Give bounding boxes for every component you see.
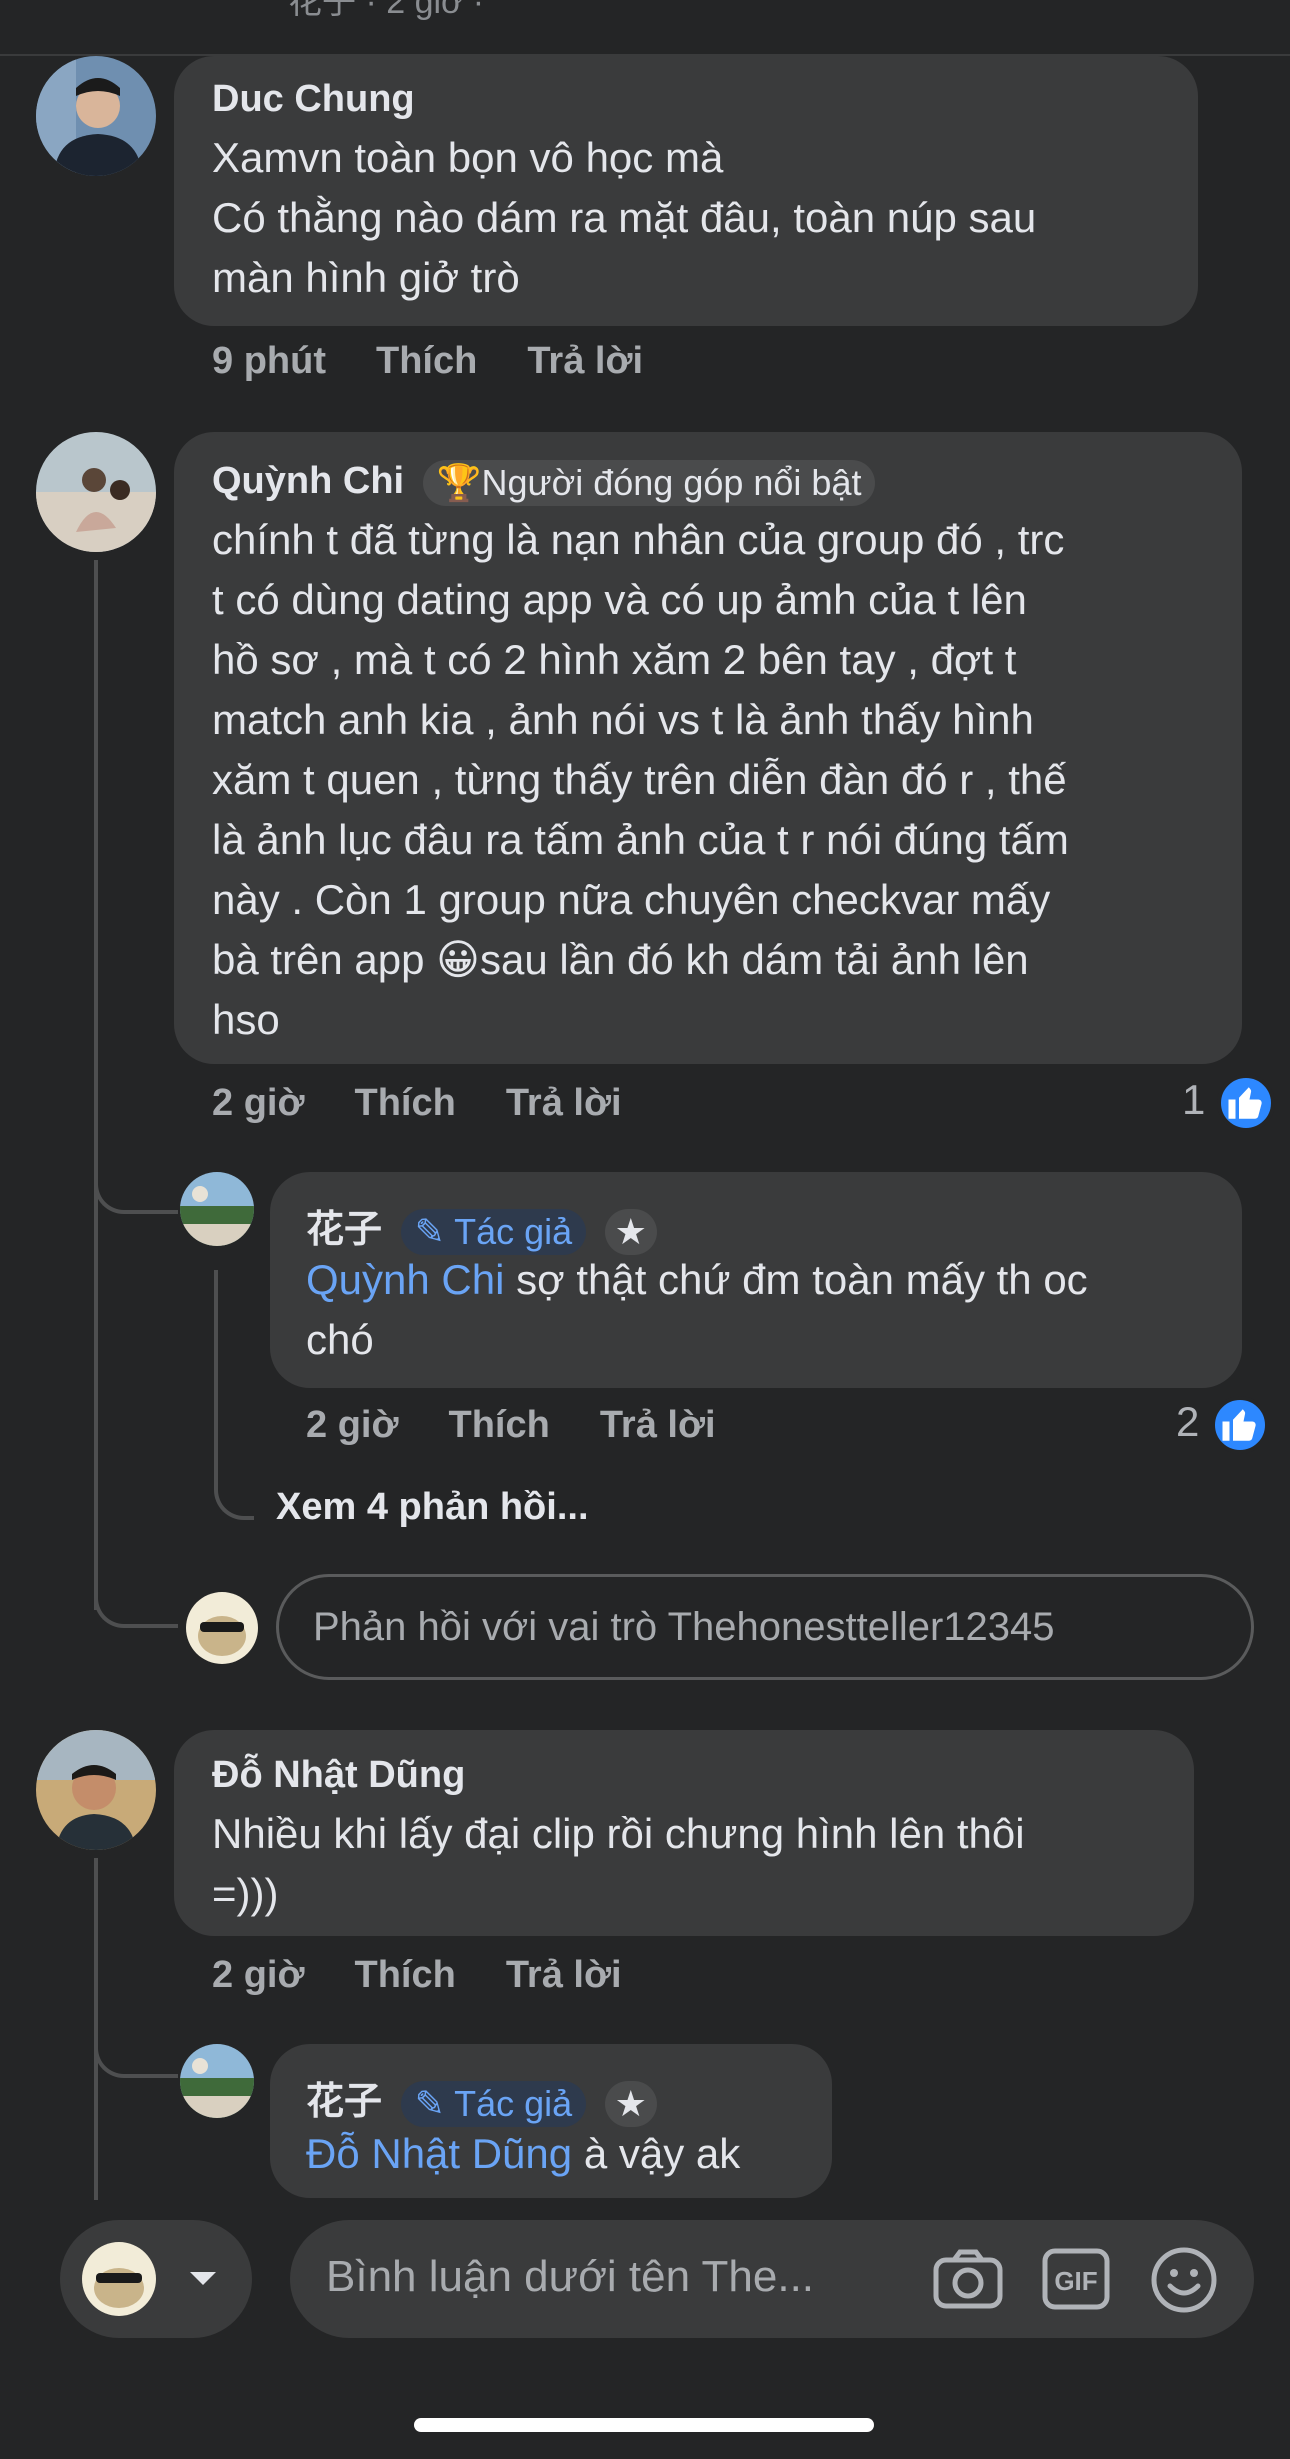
reply-button[interactable]: Trả lời [506,1082,622,1124]
pencil-icon: ✎ [414,2082,445,2124]
thread-connector [94,2010,178,2078]
comment-actions: 2 giờ Thích Trả lời [212,1082,672,1125]
reply-input[interactable]: Phản hồi với vai trò Thehonestteller1234… [276,1574,1254,1680]
reply-bubble-hanako: 花子 ✎ Tác giả ★ Quỳnh Chi sợ thật chứ đm … [270,1172,1242,1388]
star-badge-icon: ★ [604,1208,657,1255]
avatar-current-user [82,2242,156,2316]
like-button[interactable]: Thích [376,340,477,382]
comment-input[interactable]: Bình luận dưới tên The... GIF [290,2220,1254,2338]
comment-line: match anh kia , ảnh nói vs t là ảnh thấy… [212,696,1034,743]
thread-connector [214,1460,254,1520]
mention-link[interactable]: Đỗ Nhật Dũng [306,2130,572,2177]
trophy-icon: 🏆 [436,462,482,503]
camera-icon[interactable] [932,2248,1004,2315]
avatar-duc-chung[interactable] [36,56,156,176]
reply-line: Quỳnh Chi sợ thật chứ đm toàn mấy th oc [306,1250,1236,1310]
previous-comment-meta-text: 花子 · 2 giờ · [288,0,485,21]
reply-author[interactable]: 花子 [306,1209,382,1251]
comment-author-row: Quỳnh Chi 🏆Người đóng góp nổi bật [212,460,876,506]
comment-bubble-do-nhat-dung: Đỗ Nhật Dũng Nhiều khi lấy đại clip rồi … [174,1730,1194,1936]
reaction-count: 1 [1182,1076,1206,1124]
thread-line [94,560,98,1610]
comment-line: Nhiều khi lấy đại clip rồi chưng hình lê… [212,1810,1025,1857]
comment-input-placeholder: Bình luận dưới tên The... [326,2252,815,2301]
badge-label: Người đóng góp nổi bật [481,462,862,503]
like-button[interactable]: Thích [448,1404,549,1446]
comment-line: là ảnh lục đâu ra tấm ảnh của t r nói đú… [212,816,1069,863]
comment-text: Xamvn toàn bọn vô học mà Có thằng nào dá… [212,128,1192,308]
previous-comment-meta: 花子 · 2 giờ · [0,0,1290,56]
emoji-icon[interactable] [1150,2246,1218,2319]
comment-time: 2 giờ [212,1954,305,1996]
reply-button[interactable]: Trả lời [527,340,643,382]
avatar-quynh-chi[interactable] [36,432,156,552]
author-badge-label: Tác giả [454,2082,573,2124]
author-badge: ✎ Tác giả [400,2080,587,2127]
reaction-summary[interactable]: 2 [1176,1396,1270,1454]
reply-text-rest: sợ thật chứ đm toàn mấy th oc [504,1256,1088,1303]
svg-text:GIF: GIF [1054,2266,1097,2296]
comment-line: hso [212,996,280,1043]
comment-bubble-quynh-chi: Quỳnh Chi 🏆Người đóng góp nổi bật chính … [174,432,1242,1064]
author-badge-label: Tác giả [454,1210,573,1252]
view-more-replies-link[interactable]: Xem 4 phản hồi... [276,1486,589,1529]
avatar-do-nhat-dung[interactable] [36,1730,156,1850]
comment-text: chính t đã từng là nạn nhân của group đó… [212,510,1232,1050]
comment-time: 9 phút [212,340,326,382]
reply-time: 2 giờ [306,1404,399,1446]
comment-line: Xamvn toàn bọn vô học mà [212,134,724,181]
comment-bubble-duc-chung: Duc Chung Xamvn toàn bọn vô học mà Có th… [174,56,1198,326]
avatar-hanako[interactable] [180,2044,254,2118]
reply-author-row: 花子 ✎ Tác giả ★ [306,2070,657,2127]
comment-line: chính t đã từng là nạn nhân của group đó… [212,516,1065,563]
reply-text: Đỗ Nhật Dũng à vậy ak [306,2124,826,2184]
avatar-current-user[interactable] [186,1592,258,1664]
reply-line: Đỗ Nhật Dũng à vậy ak [306,2124,826,2184]
reply-bubble-hanako: 花子 ✎ Tác giả ★ Đỗ Nhật Dũng à vậy ak [270,2044,832,2198]
comment-line: xăm t quen , từng thấy trên diễn đàn đó … [212,756,1067,803]
comment-composer-bar: Bình luận dưới tên The... GIF [0,2200,1290,2459]
comment-line: Có thằng nào dám ra mặt đâu, toàn núp sa… [212,194,1037,241]
like-button[interactable]: Thích [354,1082,455,1124]
top-contributor-badge: 🏆Người đóng góp nổi bật [422,460,876,506]
comment-author[interactable]: Duc Chung [212,78,415,121]
comment-author[interactable]: Quỳnh Chi [212,460,404,502]
pencil-icon: ✎ [414,1210,445,1252]
author-badge: ✎ Tác giả [400,1208,587,1255]
comment-line: này . Còn 1 group nữa chuyên checkvar mấ… [212,876,1051,923]
home-indicator[interactable] [414,2418,874,2432]
reply-author-row: 花子 ✎ Tác giả ★ [306,1198,657,1255]
comment-line: =))) [212,1870,279,1917]
mention-link[interactable]: Quỳnh Chi [306,1256,504,1303]
reply-actions: 2 giờ Thích Trả lời [306,1404,766,1447]
comment-line: t có dùng dating app và có up ảmh của t … [212,576,1027,623]
thread-line [214,1270,218,1460]
identity-switcher[interactable] [60,2220,252,2338]
avatar-hanako[interactable] [180,1172,254,1246]
reply-text: Quỳnh Chi sợ thật chứ đm toàn mấy th oc … [306,1250,1236,1370]
thumbs-up-icon [1217,1074,1276,1132]
reply-text-rest: à vậy ak [572,2130,741,2177]
comment-line: bà trên app 😀sau lần đó kh dám tải ảnh l… [212,936,1029,983]
like-button[interactable]: Thích [354,1954,455,1996]
gif-icon[interactable]: GIF [1042,2248,1110,2315]
comment-line: hồ sơ , mà t có 2 hình xăm 2 bên tay , đ… [212,636,1017,683]
star-badge-icon: ★ [604,2080,657,2127]
reply-line: chó [306,1316,374,1363]
thread-connector [94,1140,178,1214]
chevron-down-icon [186,2266,220,2295]
thumbs-up-icon [1211,1396,1270,1454]
comment-author[interactable]: Đỗ Nhật Dũng [212,1754,465,1797]
comment-actions: 2 giờ Thích Trả lời [212,1954,672,1997]
reply-author[interactable]: 花子 [306,2081,382,2123]
thread-connector [94,1560,178,1628]
comment-text: Nhiều khi lấy đại clip rồi chưng hình lê… [212,1804,1182,1924]
comment-line: màn hình giở trò [212,254,520,301]
comment-actions: 9 phút Thích Trả lời [212,340,693,383]
comment-time: 2 giờ [212,1082,305,1124]
reaction-count: 2 [1176,1398,1200,1446]
reply-button[interactable]: Trả lời [600,1404,716,1446]
reaction-summary[interactable]: 1 [1182,1074,1276,1132]
reply-button[interactable]: Trả lời [506,1954,622,1996]
